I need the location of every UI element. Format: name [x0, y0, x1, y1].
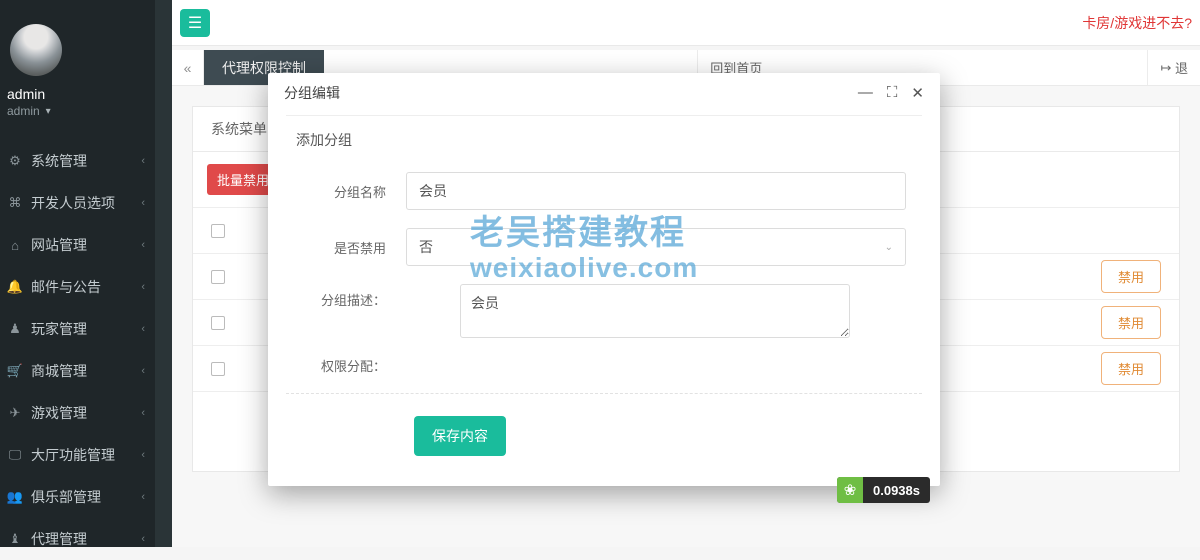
divider: [286, 393, 922, 394]
label-is-disabled: 是否禁用: [286, 238, 406, 257]
minimize-icon[interactable]: —: [858, 84, 873, 102]
perf-value: 0.0938s: [863, 483, 930, 498]
form-row-perm-assign: 权限分配：: [286, 356, 922, 375]
save-button[interactable]: 保存内容: [414, 416, 506, 456]
chevron-down-icon: ⌄: [885, 242, 893, 253]
maximize-icon[interactable]: ⛶: [887, 84, 898, 102]
select-value: 否: [419, 237, 433, 257]
group-name-input[interactable]: [406, 172, 906, 210]
label-group-desc: 分组描述：: [286, 284, 406, 309]
modal-section-title: 添加分组: [286, 116, 922, 162]
form-row-group-desc: 分组描述：: [286, 284, 922, 338]
form-row-group-name: 分组名称: [286, 172, 922, 210]
label-perm-assign: 权限分配：: [286, 356, 406, 375]
leaf-icon: ❀: [837, 477, 863, 503]
is-disabled-select[interactable]: 否 ⌄: [406, 228, 906, 266]
group-edit-modal: 分组编辑 — ⛶ ✕ 添加分组 分组名称 是否禁用 否 ⌄: [268, 73, 940, 486]
form-row-is-disabled: 是否禁用 否 ⌄: [286, 228, 922, 266]
close-icon[interactable]: ✕: [911, 84, 924, 102]
modal-title: 分组编辑: [284, 83, 340, 103]
modal-body: 添加分组 分组名称 是否禁用 否 ⌄ 分组描述： 权限分配：: [268, 115, 940, 486]
perf-badge[interactable]: ❀ 0.0938s: [837, 477, 930, 503]
modal-titlebar: 分组编辑 — ⛶ ✕: [268, 73, 940, 113]
group-desc-textarea[interactable]: [460, 284, 850, 338]
label-group-name: 分组名称: [286, 182, 406, 201]
